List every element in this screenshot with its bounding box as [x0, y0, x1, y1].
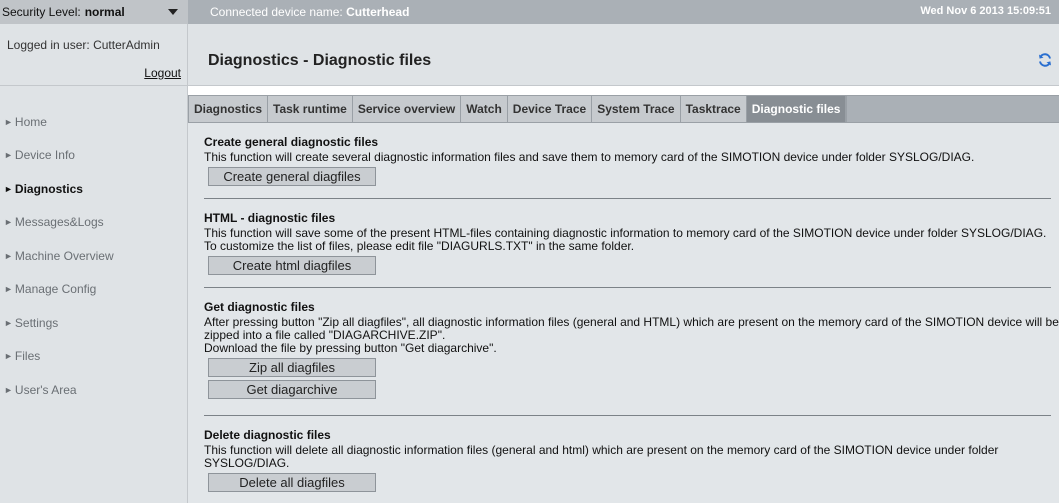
- sidebar-item-label: Files: [14, 349, 41, 364]
- divider: [204, 198, 1051, 199]
- content-panel: Create general diagnostic files This fun…: [188, 123, 1059, 503]
- section-title: Get diagnostic files: [204, 300, 315, 314]
- security-level-dropdown[interactable]: Security Level: normal: [0, 0, 188, 24]
- tab-tasktrace[interactable]: Tasktrace: [681, 96, 747, 122]
- tab-bar-fill: [847, 95, 1059, 123]
- page-title: Diagnostics - Diagnostic files: [208, 52, 432, 69]
- triangle-right-icon: ►: [4, 384, 13, 395]
- sidebar-item-label: Machine Overview: [14, 248, 114, 263]
- chevron-down-icon[interactable]: [168, 9, 178, 15]
- refresh-icon[interactable]: [1037, 52, 1053, 68]
- divider: [204, 287, 1051, 288]
- sidebar-item-label: Device Info: [14, 148, 75, 163]
- tab-diagnostics[interactable]: Diagnostics: [189, 96, 269, 122]
- sidebar-item-users-area[interactable]: ► User's Area: [0, 373, 187, 407]
- section-text: To customize the list of files, please e…: [204, 239, 635, 253]
- triangle-right-icon: ►: [4, 150, 13, 161]
- triangle-right-icon: ►: [4, 183, 13, 194]
- tab-strip: Diagnostics Task runtime Service overvie…: [188, 95, 848, 123]
- tab-service-overview[interactable]: Service overview: [353, 96, 462, 122]
- divider: [204, 415, 1051, 416]
- logged-in-user: Logged in user: CutterAdmin: [7, 38, 160, 52]
- tab-device-trace[interactable]: Device Trace: [508, 96, 593, 122]
- security-level-label: Security Level:: [2, 5, 81, 19]
- triangle-right-icon: ►: [4, 284, 13, 295]
- section-html: HTML - diagnostic files This function wi…: [204, 211, 1059, 275]
- triangle-right-icon: ►: [4, 351, 13, 362]
- triangle-right-icon: ►: [4, 217, 13, 228]
- tab-bar: Diagnostics Task runtime Service overvie…: [188, 95, 1059, 123]
- section-general: Create general diagnostic files This fun…: [204, 135, 1059, 186]
- sidebar: Logged in user: CutterAdmin Logout ► Home…: [0, 24, 188, 503]
- section-text: Download the file by pressing button "Ge…: [204, 341, 497, 355]
- sidebar-item-machine-overview[interactable]: ► Machine Overview: [0, 239, 187, 273]
- section-title: HTML - diagnostic files: [204, 211, 336, 225]
- section-text: This function will delete all diagnostic…: [204, 443, 999, 457]
- section-title: Create general diagnostic files: [204, 135, 379, 149]
- sidebar-item-messages-logs[interactable]: ► Messages&Logs: [0, 206, 187, 240]
- triangle-right-icon: ►: [4, 250, 13, 261]
- sidebar-item-label: Settings: [14, 315, 59, 330]
- sidebar-item-label: Home: [14, 114, 47, 129]
- tab-task-runtime[interactable]: Task runtime: [268, 96, 353, 122]
- sidebar-item-manage-config[interactable]: ► Manage Config: [0, 273, 187, 307]
- section-delete: Delete diagnostic files This function wi…: [204, 428, 1059, 492]
- tab-watch[interactable]: Watch: [461, 96, 508, 122]
- sidebar-nav: ► Home ► Device Info ► Diagnostics ► Message…: [0, 86, 187, 407]
- sidebar-item-home[interactable]: ► Home: [0, 105, 187, 139]
- triangle-right-icon: ►: [4, 116, 13, 127]
- tab-system-trace[interactable]: System Trace: [592, 96, 681, 122]
- device-name-label: Connected device name:: [210, 5, 343, 19]
- user-info: Logged in user: CutterAdmin Logout: [0, 24, 187, 86]
- sidebar-item-diagnostics[interactable]: ► Diagnostics: [0, 172, 187, 206]
- section-text: SYSLOG/DIAG.: [204, 456, 290, 470]
- triangle-right-icon: ►: [4, 317, 13, 328]
- device-name-value: Cutterhead: [346, 5, 410, 19]
- sidebar-item-label: User's Area: [14, 382, 77, 397]
- create-general-diagfiles-button[interactable]: Create general diagfiles: [208, 167, 376, 186]
- top-bar: Security Level: normal Connected device n…: [0, 0, 1059, 24]
- section-text: This function will create several diagno…: [204, 150, 975, 164]
- section-title: Delete diagnostic files: [204, 428, 331, 442]
- section-get: Get diagnostic files After pressing butt…: [204, 300, 1059, 399]
- get-diagarchive-button[interactable]: Get diagarchive: [208, 380, 376, 399]
- connected-device: Connected device name: Cutterhead: [210, 5, 409, 19]
- sidebar-item-files[interactable]: ► Files: [0, 340, 187, 374]
- delete-all-diagfiles-button[interactable]: Delete all diagfiles: [208, 473, 376, 492]
- main-header: Diagnostics - Diagnostic files: [188, 24, 1059, 86]
- sidebar-item-device-info[interactable]: ► Device Info: [0, 139, 187, 173]
- sidebar-item-label: Diagnostics: [14, 181, 83, 196]
- sidebar-item-label: Messages&Logs: [14, 215, 104, 230]
- sidebar-item-label: Manage Config: [14, 282, 97, 297]
- zip-all-diagfiles-button[interactable]: Zip all diagfiles: [208, 358, 376, 377]
- security-level-value: normal: [84, 5, 125, 19]
- logout-link[interactable]: Logout: [144, 66, 181, 80]
- sidebar-item-settings[interactable]: ► Settings: [0, 306, 187, 340]
- create-html-diagfiles-button[interactable]: Create html diagfiles: [208, 256, 376, 275]
- date-time: Wed Nov 6 2013 15:09:51: [920, 5, 1051, 17]
- tab-diagnostic-files[interactable]: Diagnostic files: [746, 96, 847, 122]
